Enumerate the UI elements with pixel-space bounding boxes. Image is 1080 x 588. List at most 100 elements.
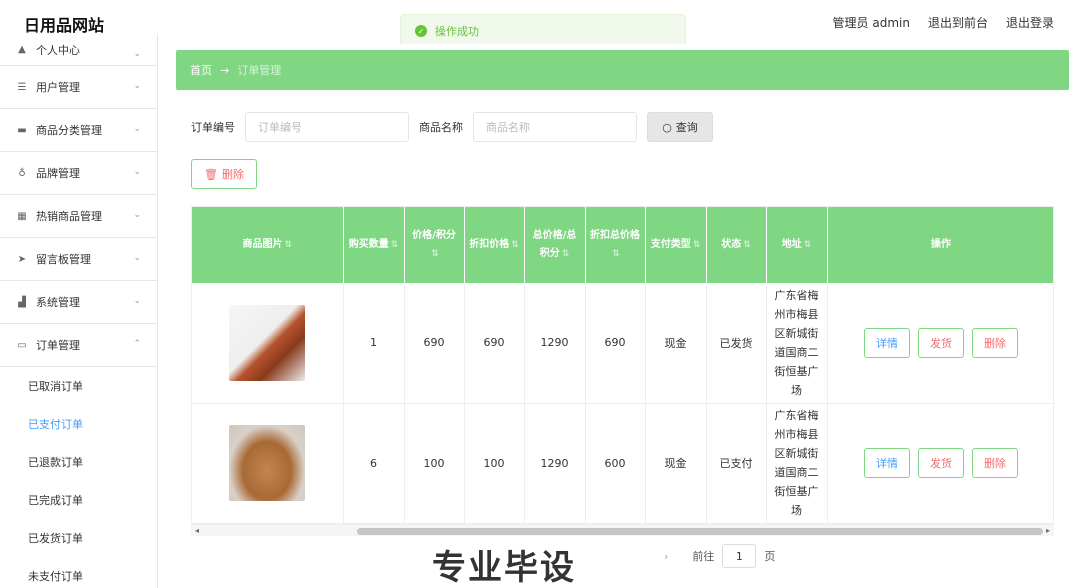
sort-icon: ⇅ (511, 240, 519, 250)
scrollbar-thumb[interactable] (357, 528, 1043, 535)
sidebar-item-label: 品牌管理 (36, 167, 80, 180)
order-no-input[interactable] (245, 112, 409, 142)
header-actions: 管理员 admin 退出到前台 退出登录 (833, 14, 1054, 31)
system-icon: ▟ (18, 296, 26, 308)
sort-icon: ⇅ (692, 240, 701, 250)
product-thumbnail (229, 425, 306, 501)
submenu-paid-orders[interactable]: 已支付订单 (0, 405, 157, 443)
col-qty[interactable]: 购买数量 ⇅ (343, 207, 405, 283)
delete-button[interactable]: 删除 (972, 448, 1018, 478)
send-icon: ➤ (17, 253, 27, 265)
sort-icon: ⇅ (612, 249, 620, 259)
cell-discount-total: 600 (585, 403, 646, 524)
chevron-down-icon: ⌄ (133, 167, 141, 177)
sidebar-item-label: 热销商品管理 (36, 210, 102, 223)
cell-discount-total: 690 (585, 283, 646, 404)
sidebar-item-category[interactable]: ▬ 商品分类管理 ⌄ (0, 109, 157, 152)
goto-label: 前往 (692, 550, 715, 563)
col-discount-total[interactable]: 折扣总价格⇅ (585, 207, 646, 283)
detail-button[interactable]: 详情 (864, 327, 910, 358)
cell-pay-type: 现金 (645, 403, 707, 524)
col-status[interactable]: 状态 ⇅ (706, 207, 767, 283)
main-content: 首页 → 订单管理 订单编号 商品名称 ○ 查询 🗑 删除 商品图片⇅ 购买数量 (158, 44, 1080, 588)
cell-price: 690 (404, 283, 465, 404)
list-icon: ☰ (17, 81, 27, 93)
chevron-down-icon: ⌄ (133, 296, 141, 306)
col-pay-type[interactable]: 支付类型 ⇅ (645, 207, 707, 283)
chevron-down-icon: ⌄ (133, 49, 141, 59)
sidebar-item-label: 个人中心 (36, 43, 80, 57)
sidebar-item-label: 订单管理 (36, 339, 80, 352)
page-suffix: 页 (764, 550, 776, 563)
col-image[interactable]: 商品图片 ⇅ (192, 207, 344, 283)
product-name-label: 商品名称 (419, 121, 463, 134)
mic-icon: ♁ (18, 167, 26, 179)
search-icon: ○ (662, 120, 672, 134)
detail-button[interactable]: 详情 (864, 448, 910, 478)
sidebar-item-label: 系统管理 (36, 296, 80, 309)
page-input[interactable]: 1 (722, 544, 757, 568)
person-icon: ▲ (18, 44, 26, 55)
col-total[interactable]: 总价格/总积分 ⇅ (524, 207, 586, 283)
cell-address: 广东省梅州市梅县区新城街道国商二街恒基广场 (766, 283, 828, 404)
success-toast: ✓ 操作成功 (400, 14, 686, 48)
row-actions: 详情 发货 删除 (832, 448, 1051, 478)
col-discount-price[interactable]: 折扣价格 ⇅ (464, 207, 525, 283)
submenu-completed-orders[interactable]: 已完成订单 (0, 481, 157, 519)
query-button[interactable]: ○ 查询 (647, 112, 713, 142)
sidebar-item-message-board[interactable]: ➤ 留言板管理 ⌄ (0, 238, 157, 281)
sidebar-item-system[interactable]: ▟ 系统管理 ⌄ (0, 281, 157, 324)
sidebar-item-users[interactable]: ☰ 用户管理 ⌄ (0, 66, 157, 109)
logout-link[interactable]: 退出登录 (1006, 14, 1054, 31)
submenu-unpaid-orders[interactable]: 未支付订单 (0, 557, 157, 588)
cell-address: 广东省梅州市梅县区新城街道国商二街恒基广场 (766, 403, 828, 524)
orders-table: 商品图片 ⇅ 购买数量 ⇅ 价格/积分⇅ 折扣价格 ⇅ 总价格/总积分 ⇅ 折扣总价格⇅… (191, 206, 1054, 536)
cell-discount-price: 690 (464, 283, 525, 404)
batch-delete-button[interactable]: 🗑 删除 (191, 159, 257, 189)
site-logo: 日用品网站 (24, 16, 105, 35)
back-to-front-link[interactable]: 退出到前台 (928, 14, 988, 31)
table-row: 6 100 100 1290 600 现金 已支付 广东省梅州市梅县区新城街道国… (192, 403, 1053, 524)
delete-button[interactable]: 删除 (972, 327, 1018, 358)
chevron-down-icon: ⌄ (133, 124, 141, 134)
success-check-icon: ✓ (415, 25, 427, 37)
breadcrumb-home[interactable]: 首页 (190, 62, 212, 78)
col-address[interactable]: 地址 ⇅ (766, 207, 828, 283)
sort-icon: ⇅ (803, 240, 812, 250)
ship-button[interactable]: 发货 (918, 327, 964, 358)
breadcrumb-current: 订单管理 (237, 64, 282, 77)
cell-pay-type: 现金 (645, 283, 707, 404)
submenu-cancelled-orders[interactable]: 已取消订单 (0, 367, 157, 405)
cell-discount-price: 100 (464, 403, 525, 524)
horizontal-scrollbar[interactable]: ◂ ▸ (191, 524, 1054, 536)
sidebar-item-label: 留言板管理 (36, 253, 91, 266)
cell-price: 100 (404, 403, 465, 524)
cell-qty: 6 (343, 403, 405, 524)
scroll-right-icon[interactable]: ▸ (1046, 526, 1050, 535)
scroll-left-icon[interactable]: ◂ (195, 526, 199, 535)
breadcrumb: 首页 → 订单管理 (176, 50, 1069, 90)
sort-icon: ⇅ (390, 240, 399, 250)
chevron-right-icon[interactable]: › (664, 550, 668, 563)
product-thumbnail (229, 304, 306, 381)
cell-total: 1290 (524, 283, 586, 404)
sidebar-item-personal-center[interactable]: ▲ 个人中心 ⌄ (0, 34, 157, 66)
submenu-refunded-orders[interactable]: 已退款订单 (0, 443, 157, 481)
ship-button[interactable]: 发货 (918, 448, 964, 478)
col-price[interactable]: 价格/积分⇅ (404, 207, 465, 283)
cell-status: 已支付 (706, 403, 767, 524)
chevron-down-icon: ⌄ (133, 81, 141, 91)
pagination: › 前往 1 页 (664, 544, 775, 568)
product-name-input[interactable] (473, 112, 637, 142)
sidebar: ▲ 个人中心 ⌄ ☰ 用户管理 ⌄ ▬ 商品分类管理 ⌄ ♁ 品牌管理 ⌄ ▦ … (0, 34, 158, 588)
batch-delete-label: 删除 (221, 168, 244, 181)
cell-status: 已发货 (706, 283, 767, 404)
col-actions: 操作 (827, 207, 1053, 283)
sidebar-item-brand[interactable]: ♁ 品牌管理 ⌄ (0, 152, 157, 195)
cell-qty: 1 (343, 283, 405, 404)
grid-icon: ▦ (17, 210, 27, 222)
toast-text: 操作成功 (435, 25, 479, 38)
sidebar-item-orders[interactable]: ▭ 订单管理 ⌃ (0, 324, 157, 367)
submenu-shipped-orders[interactable]: 已发货订单 (0, 519, 157, 557)
sidebar-item-hot-products[interactable]: ▦ 热销商品管理 ⌄ (0, 195, 157, 238)
